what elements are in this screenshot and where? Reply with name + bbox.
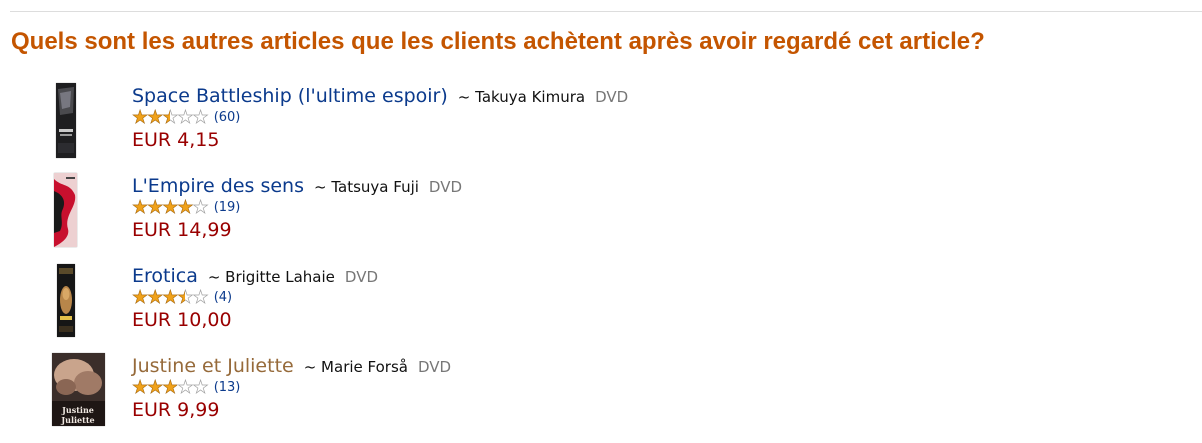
dvd-cover-icon[interactable]: Justine Juliette [52,353,105,426]
svg-text:Juliette: Juliette [60,415,94,425]
list-item: Justine Juliette Justine et Juliette ~ Ma… [0,353,1202,443]
item-info: Erotica ~ Brigitte Lahaie DVD ★★★★★★★★★★ (4… [132,263,378,333]
filled-stars-icon: ★★★★★ [132,199,193,217]
star-rating[interactable]: ★★★★★★★★★★ [132,198,209,217]
section-divider [10,11,1202,12]
item-rating-line: ★★★★★★★★★★ (13) [132,378,451,397]
item-price: EUR 4,15 [132,129,220,151]
star-rating[interactable]: ★★★★★★★★★★ [132,378,209,397]
list-item: Space Battleship (l'ultime espoir) ~ Taku… [0,83,1202,173]
item-price: EUR 9,99 [132,399,220,421]
item-format: DVD [595,88,629,106]
item-rating-line: ★★★★★★★★★★ (4) [132,288,378,307]
item-format: DVD [417,358,452,376]
item-title-line: L'Empire des sens ~ Tatsuya Fuji DVD [132,173,462,199]
star-rating[interactable]: ★★★★★★★★★★ [132,108,209,127]
star-rating[interactable]: ★★★★★★★★★★ [132,288,209,307]
item-title-link[interactable]: Justine et Juliette [132,355,294,377]
item-author: ~ Takuya Kimura [457,88,586,106]
review-count-link[interactable]: (60) [214,110,241,125]
item-author: ~ Brigitte Lahaie [207,268,335,286]
item-title-link[interactable]: Space Battleship (l'ultime espoir) [132,85,448,107]
filled-stars-icon: ★★★★★ [132,289,185,307]
item-title-link[interactable]: L'Empire des sens [132,175,304,197]
item-title-line: Erotica ~ Brigitte Lahaie DVD [132,263,378,289]
item-rating-line: ★★★★★★★★★★ (19) [132,198,462,217]
item-author: ~ Marie Forså [303,358,408,376]
filled-stars-icon: ★★★★★ [132,379,178,397]
filled-stars-icon: ★★★★★ [132,109,170,127]
dvd-cover-icon[interactable] [54,173,77,247]
item-price: EUR 14,99 [132,219,232,241]
item-author: ~ Tatsuya Fuji [314,178,419,196]
dvd-cover-icon[interactable] [57,264,75,337]
item-title-line: Space Battleship (l'ultime espoir) ~ Taku… [132,83,628,109]
list-item: L'Empire des sens ~ Tatsuya Fuji DVD ★★★★★… [0,173,1202,263]
item-info: Space Battleship (l'ultime espoir) ~ Taku… [132,83,629,153]
svg-text:Justine: Justine [61,405,94,415]
section-heading: Quels sont les autres articles que les c… [11,28,985,55]
item-info: Justine et Juliette ~ Marie Forså DVD ★★★★… [132,353,451,423]
item-rating-line: ★★★★★★★★★★ (60) [132,108,628,127]
item-format: DVD [344,268,379,286]
item-title-line: Justine et Juliette ~ Marie Forså DVD [132,353,451,379]
list-item: Erotica ~ Brigitte Lahaie DVD ★★★★★★★★★★ (4… [0,263,1202,353]
item-title-link[interactable]: Erotica [132,265,198,287]
item-price: EUR 10,00 [132,309,232,331]
dvd-cover-icon[interactable] [56,83,76,158]
item-info: L'Empire des sens ~ Tatsuya Fuji DVD ★★★★★… [132,173,462,243]
review-count-link[interactable]: (4) [214,290,232,305]
review-count-link[interactable]: (19) [214,200,241,215]
item-format: DVD [428,178,463,196]
review-count-link[interactable]: (13) [214,380,241,395]
